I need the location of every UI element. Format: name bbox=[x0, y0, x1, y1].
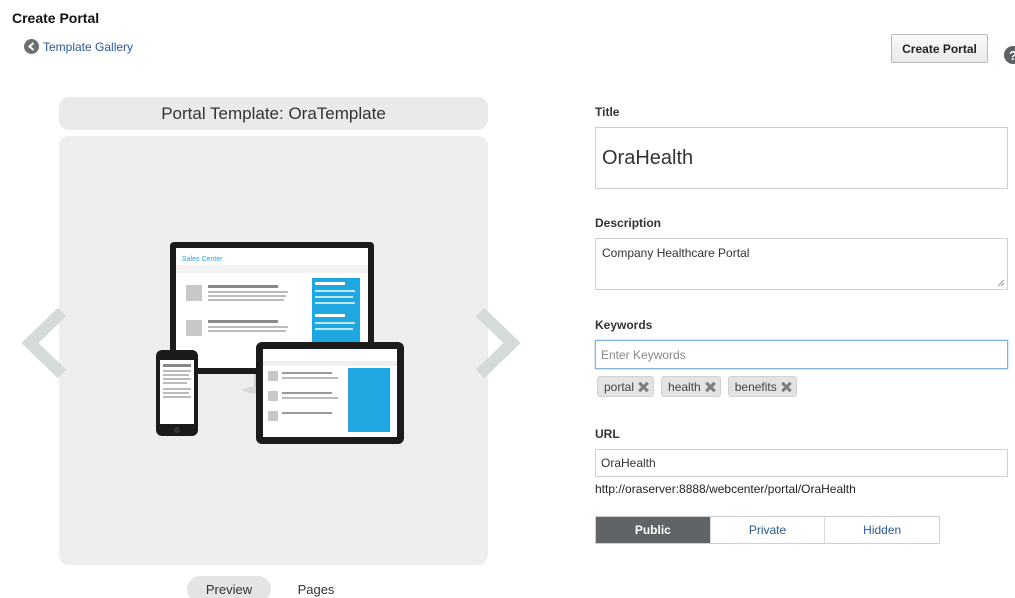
visibility-selector: Public Private Hidden bbox=[595, 516, 940, 544]
visibility-hidden-button[interactable]: Hidden bbox=[824, 517, 939, 543]
page-title: Create Portal bbox=[12, 10, 100, 26]
visibility-public-button[interactable]: Public bbox=[596, 517, 710, 543]
remove-keyword-icon[interactable] bbox=[637, 381, 649, 393]
visibility-private-button[interactable]: Private bbox=[709, 517, 825, 543]
description-label: Description bbox=[595, 216, 662, 230]
next-template-arrow-icon[interactable] bbox=[474, 308, 520, 378]
monitor-screen-title: Sales Center bbox=[182, 256, 223, 263]
tab-preview[interactable]: Preview bbox=[187, 576, 271, 598]
keyword-chips: portal health benefits bbox=[597, 376, 797, 397]
previous-template-arrow-icon[interactable] bbox=[22, 308, 68, 378]
create-portal-button[interactable]: Create Portal bbox=[891, 34, 988, 63]
remove-keyword-icon[interactable] bbox=[704, 381, 716, 393]
description-field[interactable]: Company Healthcare Portal bbox=[595, 238, 1008, 290]
full-url-text: http://oraserver:8888/webcenter/portal/O… bbox=[595, 482, 856, 496]
help-icon[interactable]: ? bbox=[1004, 46, 1015, 64]
keyword-chip-label: health bbox=[668, 379, 701, 394]
tab-pages[interactable]: Pages bbox=[284, 576, 348, 598]
template-gallery-link[interactable]: Template Gallery bbox=[24, 39, 133, 54]
template-title: Portal Template: OraTemplate bbox=[59, 97, 488, 130]
back-arrow-icon bbox=[24, 39, 39, 54]
keyword-chip-label: benefits bbox=[734, 379, 777, 394]
keyword-chip: benefits bbox=[727, 376, 797, 397]
responsive-devices-image: Sales Center bbox=[156, 242, 404, 444]
title-label: Title bbox=[595, 105, 620, 119]
description-value: Company Healthcare Portal bbox=[602, 246, 750, 260]
title-field[interactable]: OraHealth bbox=[595, 127, 1008, 189]
keyword-chip-label: portal bbox=[604, 379, 635, 394]
keywords-input[interactable]: Enter Keywords bbox=[595, 340, 1008, 369]
url-label: URL bbox=[595, 427, 620, 441]
template-gallery-label: Template Gallery bbox=[43, 39, 134, 54]
remove-keyword-icon[interactable] bbox=[780, 381, 792, 393]
resize-handle-icon[interactable] bbox=[997, 279, 1005, 287]
keyword-chip: health bbox=[661, 376, 721, 397]
keyword-chip: portal bbox=[597, 376, 655, 397]
keywords-label: Keywords bbox=[595, 318, 653, 332]
url-field[interactable]: OraHealth bbox=[595, 449, 1008, 477]
